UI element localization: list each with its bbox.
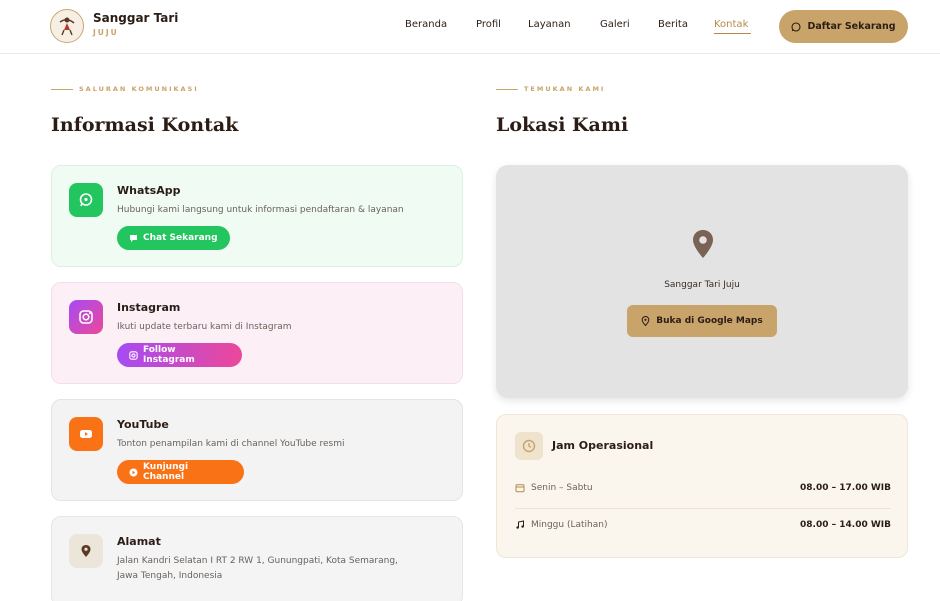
brand-subtitle: JUJU [93, 28, 119, 37]
button-label: Kunjungi Channel [142, 462, 189, 482]
hours-divider [515, 508, 891, 509]
button-label: Chat Sekarang [143, 233, 218, 243]
address-line-1: Jalan Kandri Selatan I RT 2 RW 1, Gunung… [117, 556, 398, 566]
address-line-2: Jawa Tengah, Indonesia [117, 571, 223, 581]
map-button-label: Buka di Google Maps [656, 316, 763, 326]
instagram-small-icon [129, 350, 138, 360]
hours-value: 08.00 – 14.00 WIB [800, 520, 891, 530]
hours-value: 08.00 – 17.00 WIB [800, 483, 891, 493]
calendar-icon [515, 484, 525, 493]
location-pin-icon [693, 230, 713, 258]
cta-label: Daftar Sekarang [807, 21, 896, 32]
youtube-icon [69, 417, 103, 451]
nav-layanan[interactable]: Layanan [528, 19, 571, 30]
hours-label: Minggu (Latihan) [531, 520, 608, 530]
open-google-maps-button[interactable]: Buka di Google Maps [627, 305, 777, 337]
card-title: Alamat [117, 535, 161, 548]
nav-beranda[interactable]: Beranda [405, 19, 447, 30]
whatsapp-icon [791, 21, 802, 32]
map-place-name: Sanggar Tari Juju [664, 280, 740, 290]
play-circle-icon [129, 468, 138, 476]
eyebrow-label: TEMUKAN KAMI [524, 85, 606, 93]
brand-name[interactable]: Sanggar Tari [93, 11, 178, 25]
card-title: WhatsApp [117, 184, 181, 197]
chat-icon [130, 234, 137, 242]
whatsapp-icon [69, 183, 103, 217]
eyebrow-right: TEMUKAN KAMI [496, 85, 605, 93]
card-desc: Ikuti update terbaru kami di Instagram [117, 322, 292, 332]
button-label: Follow Instagram [142, 345, 195, 365]
active-nav-underline [714, 33, 751, 34]
nav-profil[interactable]: Profil [476, 19, 501, 30]
alamat-card: Alamat Jalan Kandri Selatan I RT 2 RW 1,… [51, 516, 463, 601]
eyebrow-label: SALURAN KOMUNIKASI [79, 85, 199, 93]
nav-berita[interactable]: Berita [658, 19, 688, 30]
youtube-card: YouTube Tonton penampilan kami di channe… [51, 399, 463, 501]
eyebrow-line [51, 88, 73, 90]
music-icon [516, 520, 524, 529]
site-header: Sanggar Tari JUJU Beranda Profil Layanan… [0, 0, 940, 54]
chat-sekarang-button[interactable]: Chat Sekarang [117, 226, 230, 250]
eyebrow-line [496, 88, 518, 90]
card-desc: Tonton penampilan kami di channel YouTub… [117, 439, 345, 449]
card-title: Instagram [117, 301, 181, 314]
whatsapp-card: WhatsApp Hubungi kami langsung untuk inf… [51, 165, 463, 267]
clock-icon [515, 432, 543, 460]
hours-label: Senin – Sabtu [531, 483, 593, 493]
kunjungi-channel-button[interactable]: Kunjungi Channel [117, 460, 244, 484]
nav-kontak[interactable]: Kontak [714, 19, 748, 30]
instagram-card: Instagram Ikuti update terbaru kami di I… [51, 282, 463, 384]
section-title-contact: Informasi Kontak [51, 114, 239, 136]
hours-row: Minggu (Latihan) 08.00 – 14.00 WIB [515, 520, 891, 530]
hours-row: Senin – Sabtu 08.00 – 17.00 WIB [515, 483, 891, 493]
nav-galeri[interactable]: Galeri [600, 19, 630, 30]
hours-title: Jam Operasional [552, 439, 654, 452]
map-pin-icon [69, 534, 103, 568]
instagram-icon [69, 300, 103, 334]
eyebrow-left: SALURAN KOMUNIKASI [51, 85, 199, 93]
section-title-location: Lokasi Kami [496, 114, 629, 136]
operating-hours-card: Jam Operasional Senin – Sabtu 08.00 – 17… [496, 414, 908, 558]
map-marker-icon [641, 316, 650, 326]
dancer-logo-icon [55, 14, 79, 38]
daftar-sekarang-button[interactable]: Daftar Sekarang [779, 10, 908, 43]
card-title: YouTube [117, 418, 169, 431]
follow-instagram-button[interactable]: Follow Instagram [117, 343, 242, 367]
card-desc: Hubungi kami langsung untuk informasi pe… [117, 205, 404, 215]
logo[interactable] [50, 9, 84, 43]
